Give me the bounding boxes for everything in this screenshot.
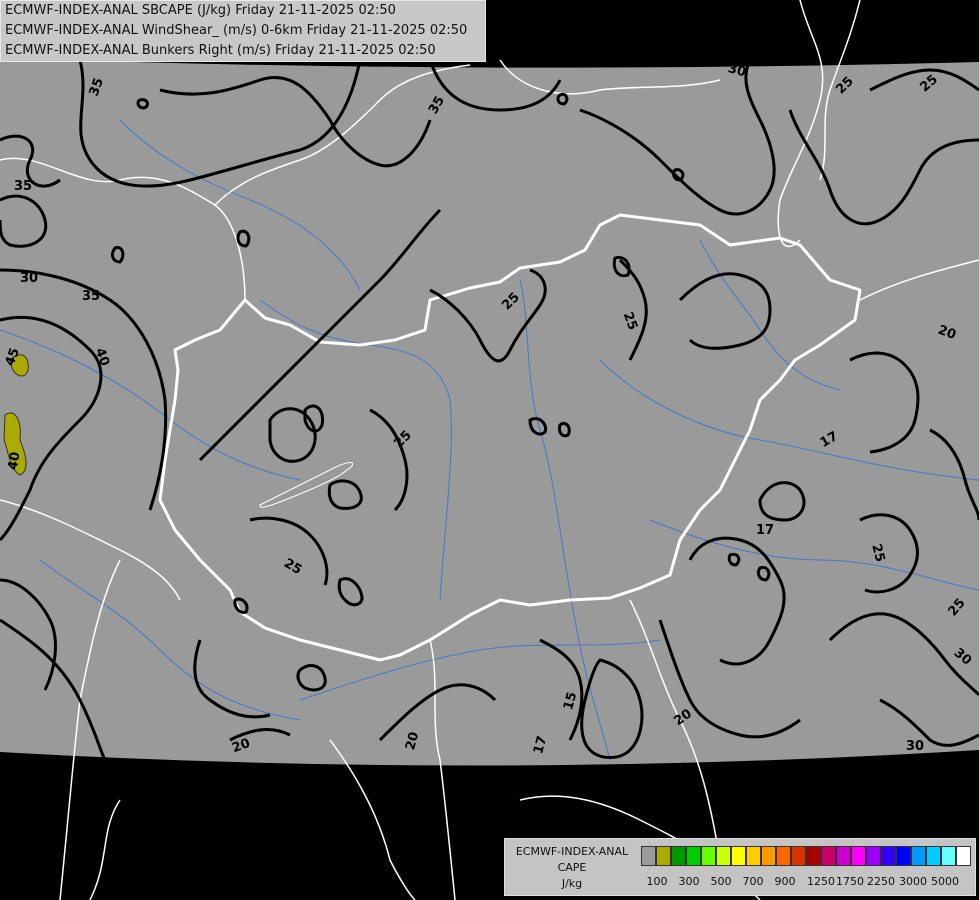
legend-swatch <box>716 846 731 866</box>
legend-tick-label: 1750 <box>836 875 864 888</box>
contour-label: 35 <box>14 179 32 194</box>
legend-swatch <box>866 846 881 866</box>
cape-legend: ECMWF-INDEX-ANAL CAPE J/kg 100 300 500 700 9… <box>504 838 976 896</box>
legend-variable: CAPE <box>557 861 587 874</box>
legend-tick-label: 500 <box>710 875 732 888</box>
title-line-windshear: ECMWF-INDEX-ANAL WindShear_ (m/s) 0-6km … <box>5 23 468 38</box>
legend-swatch <box>806 846 821 866</box>
legend-tick-label: 1250 <box>807 875 835 888</box>
contour-label: 30 <box>20 271 38 286</box>
legend-swatch <box>686 846 701 866</box>
legend-swatch <box>911 846 926 866</box>
legend-swatch <box>821 846 836 866</box>
legend-swatch <box>746 846 761 866</box>
title-line-cape: ECMWF-INDEX-ANAL SBCAPE (J/kg) Friday 21… <box>5 3 396 18</box>
legend-swatch <box>956 846 971 866</box>
legend-swatch <box>791 846 806 866</box>
legend-tick-label: 100 <box>646 875 668 888</box>
legend-swatch <box>881 846 896 866</box>
legend-swatch <box>731 846 746 866</box>
legend-tick-label: 2250 <box>867 875 895 888</box>
legend-unit: J/kg <box>561 877 583 890</box>
legend-swatch <box>896 846 911 866</box>
legend-tick-label: 700 <box>742 875 764 888</box>
legend-swatch <box>701 846 716 866</box>
legend-swatch <box>671 846 686 866</box>
legend-title: ECMWF-INDEX-ANAL <box>515 845 629 858</box>
contour-label: 17 <box>756 523 774 538</box>
legend-swatch <box>851 846 866 866</box>
title-line-bunkers: ECMWF-INDEX-ANAL Bunkers Right (m/s) Fri… <box>5 43 436 58</box>
legend-swatch <box>926 846 941 866</box>
legend-tick-label: 300 <box>678 875 700 888</box>
legend-swatch <box>941 846 956 866</box>
contour-label: 40 <box>6 451 24 471</box>
legend-swatch <box>836 846 851 866</box>
legend-swatch <box>761 846 776 866</box>
weather-map: 35 35 35 35 30 30 25 25 25 25 25 25 25 2… <box>0 0 979 900</box>
legend-tick-label: 5000 <box>931 875 959 888</box>
data-domain <box>0 58 979 766</box>
contour-label: 30 <box>906 739 924 754</box>
legend-swatch <box>656 846 671 866</box>
legend-swatch <box>776 846 791 866</box>
map-title-box: ECMWF-INDEX-ANAL SBCAPE (J/kg) Friday 21… <box>0 0 486 62</box>
contour-label: 35 <box>82 289 100 304</box>
legend-tick-label: 3000 <box>899 875 927 888</box>
legend-swatch <box>641 846 656 866</box>
legend-tick-label: 900 <box>774 875 796 888</box>
